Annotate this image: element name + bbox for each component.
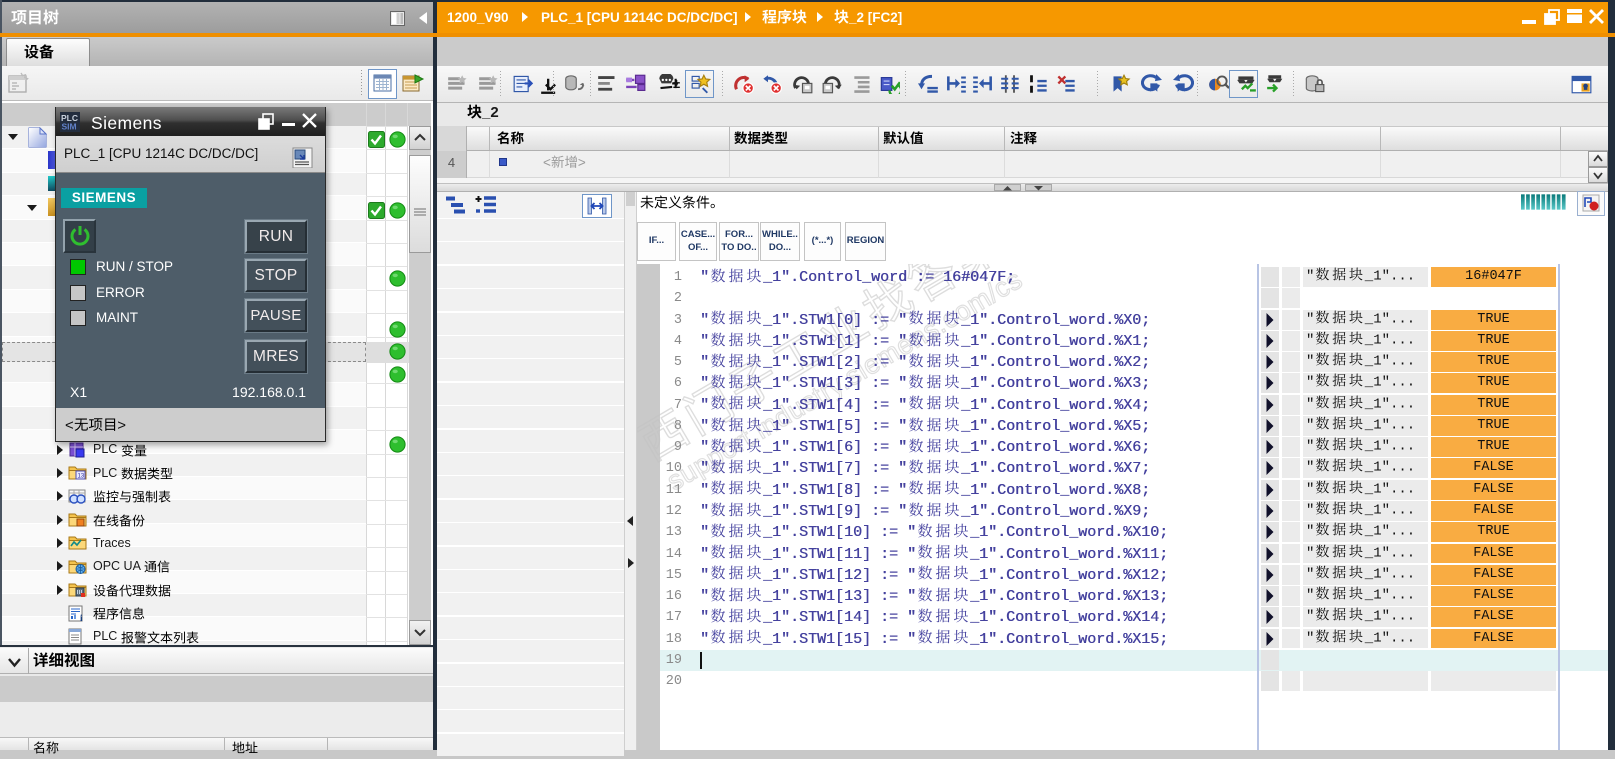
svg-text:SIM: SIM — [62, 122, 77, 132]
svg-text:i: i — [80, 613, 83, 622]
svg-text:13: 13 — [78, 474, 85, 480]
